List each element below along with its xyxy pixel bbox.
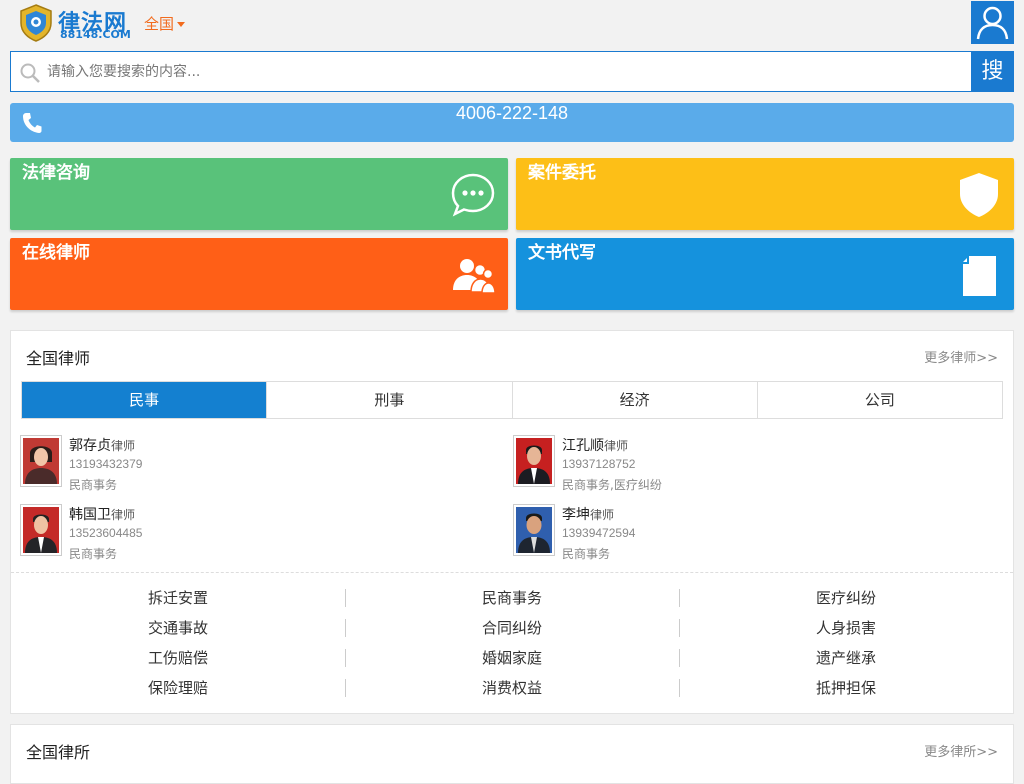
- practice-area-link[interactable]: 遗产继承: [679, 643, 1013, 673]
- region-label: 全国: [144, 15, 175, 33]
- search-icon: [20, 63, 40, 83]
- practice-area-row: 交通事故 合同纠纷 人身损害: [11, 613, 1013, 643]
- lawyer-phone: 13937128752: [562, 457, 636, 471]
- practice-area-link[interactable]: 交通事故: [11, 613, 345, 643]
- practice-area-row: 工伤赔偿 婚姻家庭 遗产继承: [11, 643, 1013, 673]
- practice-area-link[interactable]: 医疗纠纷: [679, 583, 1013, 613]
- lawyers-section: 全国律师 更多律师>> 民事 刑事 经济 公司 郭存贞律师 1319343237…: [10, 330, 1014, 714]
- lawyer-card[interactable]: 韩国卫律师 13523604485 民商事务: [20, 504, 500, 566]
- practice-area-row: 保险理赔 消费权益 抵押担保: [11, 673, 1013, 703]
- logo-domain: 88148.COM: [60, 28, 131, 41]
- practice-area-link[interactable]: 婚姻家庭: [345, 643, 679, 673]
- lawyer-name: 郭存贞律师: [69, 438, 136, 454]
- practice-area-link[interactable]: 拆迁安置: [11, 583, 345, 613]
- section-divider: [11, 572, 1013, 573]
- portrait-photo: [516, 507, 552, 553]
- tile-online-lawyer[interactable]: 在线律师: [10, 238, 508, 310]
- practice-area-link[interactable]: 抵押担保: [679, 673, 1013, 703]
- shield-icon: [960, 173, 998, 217]
- lawyer-specialty: 民商事务: [69, 478, 118, 492]
- chat-bubble-icon: [451, 173, 495, 217]
- law-firms-section-title: 全国律所: [26, 743, 91, 762]
- logo-emblem-icon: [20, 4, 52, 42]
- lawyer-specialty: 民商事务: [69, 547, 118, 561]
- lawyer-phone: 13523604485: [69, 526, 143, 540]
- portrait-photo: [516, 438, 552, 484]
- lawyer-name: 韩国卫律师: [69, 507, 136, 523]
- tile-case-commission[interactable]: 案件委托: [516, 158, 1014, 230]
- region-selector[interactable]: 全国: [144, 13, 186, 34]
- user-account-button[interactable]: [971, 1, 1014, 44]
- lawyer-name: 江孔顺律师: [562, 438, 629, 454]
- tile-document-writing[interactable]: 文书代写: [516, 238, 1014, 310]
- site-logo[interactable]: 律法网 88148.COM: [18, 3, 134, 43]
- tab-civil[interactable]: 民事: [22, 382, 267, 418]
- tab-economic[interactable]: 经济: [511, 382, 757, 418]
- practice-area-link[interactable]: 合同纠纷: [345, 613, 679, 643]
- lawyer-card[interactable]: 江孔顺律师 13937128752 民商事务,医疗纠纷: [513, 435, 993, 497]
- tile-legal-consultation[interactable]: 法律咨询: [10, 158, 508, 230]
- practice-area-link[interactable]: 工伤赔偿: [11, 643, 345, 673]
- practice-area-link[interactable]: 人身损害: [679, 613, 1013, 643]
- lawyer-specialty: 民商事务: [562, 547, 611, 561]
- tile-label: 在线律师: [22, 243, 90, 263]
- users-icon: [453, 259, 496, 294]
- practice-area-link[interactable]: 消费权益: [345, 673, 679, 703]
- lawyer-phone: 13939472594: [562, 526, 636, 540]
- portrait-photo: [23, 507, 59, 553]
- lawyer-phone: 13193432379: [69, 457, 143, 471]
- search-button[interactable]: 搜: [971, 51, 1014, 92]
- practice-area-grid: 拆迁安置 民商事务 医疗纠纷 交通事故 合同纠纷 人身损害 工伤赔偿 婚姻家庭 …: [11, 583, 1013, 703]
- document-icon: [963, 256, 996, 296]
- more-law-firms-link[interactable]: 更多律所>>: [924, 741, 998, 760]
- lawyer-avatar[interactable]: [20, 504, 62, 556]
- lawyer-card[interactable]: 李坤律师 13939472594 民商事务: [513, 504, 993, 566]
- lawyers-section-title: 全国律师: [26, 349, 91, 368]
- more-lawyers-link[interactable]: 更多律师>>: [924, 347, 998, 366]
- practice-area-row: 拆迁安置 民商事务 医疗纠纷: [11, 583, 1013, 613]
- lawyer-name: 李坤律师: [562, 507, 615, 523]
- tile-label: 案件委托: [528, 163, 596, 183]
- lawyer-avatar[interactable]: [20, 435, 62, 487]
- lawyer-card[interactable]: 郭存贞律师 13193432379 民商事务: [20, 435, 500, 497]
- hotline-bar[interactable]: 4006-222-148: [10, 103, 1014, 142]
- top-bar: 律法网 88148.COM 全国: [0, 0, 1024, 48]
- tile-label: 法律咨询: [22, 163, 90, 183]
- lawyer-avatar[interactable]: [513, 504, 555, 556]
- lawyer-specialty: 民商事务,医疗纠纷: [562, 478, 662, 492]
- practice-area-link[interactable]: 保险理赔: [11, 673, 345, 703]
- lawyer-avatar[interactable]: [513, 435, 555, 487]
- tab-criminal[interactable]: 刑事: [266, 382, 511, 418]
- portrait-photo: [23, 438, 59, 484]
- practice-area-link[interactable]: 民商事务: [345, 583, 679, 613]
- law-firms-section: 全国律所 更多律所>>: [10, 724, 1014, 784]
- hotline-number: 4006-222-148: [455, 103, 569, 123]
- lawyer-category-tabs: 民事 刑事 经济 公司: [21, 381, 1003, 419]
- search-input[interactable]: [47, 52, 947, 91]
- tab-company[interactable]: 公司: [756, 382, 1002, 418]
- caret-down-icon: [177, 22, 186, 27]
- user-icon: [976, 6, 1009, 40]
- tile-label: 文书代写: [528, 243, 596, 263]
- search-box: [10, 51, 972, 92]
